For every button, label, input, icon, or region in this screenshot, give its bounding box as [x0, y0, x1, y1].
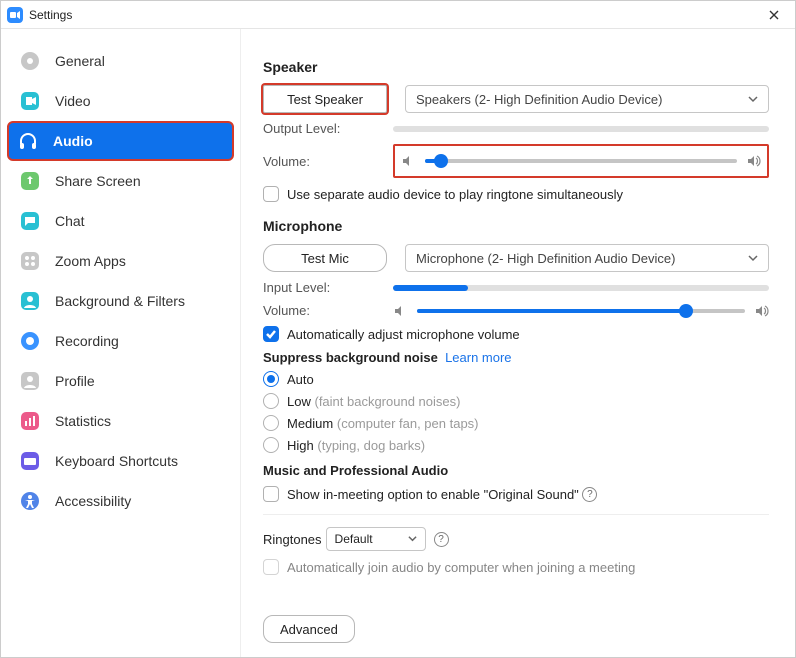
- statistics-icon: [19, 410, 41, 432]
- video-icon: [19, 90, 41, 112]
- auto-adjust-mic-checkbox[interactable]: [263, 326, 279, 342]
- music-pro-audio-heading: Music and Professional Audio: [263, 463, 448, 478]
- auto-join-audio-checkbox[interactable]: [263, 559, 279, 575]
- close-button[interactable]: [759, 1, 789, 29]
- test-mic-button[interactable]: Test Mic: [263, 244, 387, 272]
- speaker-high-icon: [755, 304, 769, 318]
- sidebar-item-label: Accessibility: [55, 493, 131, 509]
- mic-volume-label: Volume:: [263, 303, 393, 318]
- test-speaker-button[interactable]: Test Speaker: [263, 85, 387, 113]
- sidebar-item-label: Chat: [55, 213, 85, 229]
- headphones-icon: [17, 130, 39, 152]
- noise-option-label: Auto: [287, 372, 314, 387]
- auto-adjust-mic-label: Automatically adjust microphone volume: [287, 327, 520, 342]
- input-level-meter: [393, 285, 769, 291]
- accessibility-icon: [19, 490, 41, 512]
- chat-icon: [19, 210, 41, 232]
- chevron-down-icon: [748, 251, 758, 266]
- input-level-label: Input Level:: [263, 280, 393, 295]
- keyboard-icon: [19, 450, 41, 472]
- titlebar: Settings: [1, 1, 795, 29]
- sidebar-item-label: Video: [55, 93, 91, 109]
- sidebar-item-statistics[interactable]: Statistics: [1, 401, 240, 441]
- sidebar-item-label: Keyboard Shortcuts: [55, 453, 178, 469]
- window-title: Settings: [29, 8, 72, 22]
- background-icon: [19, 290, 41, 312]
- sidebar-item-label: Background & Filters: [55, 293, 185, 309]
- apps-icon: [19, 250, 41, 272]
- noise-option-hint: (computer fan, pen taps): [337, 416, 479, 431]
- separate-ringtone-device-checkbox[interactable]: [263, 186, 279, 202]
- sidebar-item-accessibility[interactable]: Accessibility: [1, 481, 240, 521]
- speaker-heading: Speaker: [263, 59, 769, 75]
- sidebar-item-label: Statistics: [55, 413, 111, 429]
- sidebar-item-zoom-apps[interactable]: Zoom Apps: [1, 241, 240, 281]
- output-level-meter: [393, 126, 769, 132]
- speaker-volume-slider-area: [393, 144, 769, 178]
- suppress-noise-learn-more-link[interactable]: Learn more: [445, 350, 511, 365]
- profile-icon: [19, 370, 41, 392]
- sidebar-item-label: Share Screen: [55, 173, 141, 189]
- sidebar-item-share-screen[interactable]: Share Screen: [1, 161, 240, 201]
- speaker-volume-slider[interactable]: [425, 159, 737, 163]
- help-icon[interactable]: ?: [582, 487, 597, 502]
- sidebar-item-label: General: [55, 53, 105, 69]
- recording-icon: [19, 330, 41, 352]
- chevron-down-icon: [408, 532, 417, 546]
- sidebar-item-audio[interactable]: Audio: [7, 121, 234, 161]
- settings-sidebar: General Video Audio Share Screen Chat: [1, 29, 241, 657]
- noise-option-label: Medium: [287, 416, 333, 431]
- speaker-low-icon: [401, 154, 415, 168]
- sidebar-item-general[interactable]: General: [1, 41, 240, 81]
- noise-option-hint: (typing, dog barks): [317, 438, 425, 453]
- advanced-button[interactable]: Advanced: [263, 615, 355, 643]
- speaker-high-icon: [747, 154, 761, 168]
- mic-volume-slider[interactable]: [417, 309, 745, 313]
- noise-radio-low[interactable]: [263, 393, 279, 409]
- mic-device-label: Microphone (2- High Definition Audio Dev…: [416, 251, 675, 266]
- sidebar-item-profile[interactable]: Profile: [1, 361, 240, 401]
- suppress-noise-heading: Suppress background noise: [263, 350, 438, 365]
- help-icon[interactable]: ?: [434, 532, 449, 547]
- audio-settings-panel: Speaker Test Speaker Speakers (2- High D…: [241, 29, 795, 657]
- noise-option-label: High: [287, 438, 314, 453]
- noise-radio-high[interactable]: [263, 437, 279, 453]
- sidebar-item-chat[interactable]: Chat: [1, 201, 240, 241]
- ringtones-label: Ringtones: [263, 532, 322, 547]
- sidebar-item-video[interactable]: Video: [1, 81, 240, 121]
- separator: [263, 514, 769, 515]
- output-level-label: Output Level:: [263, 121, 393, 136]
- ringtones-select[interactable]: Default: [326, 527, 426, 551]
- chevron-down-icon: [748, 92, 758, 107]
- sidebar-item-keyboard-shortcuts[interactable]: Keyboard Shortcuts: [1, 441, 240, 481]
- separate-ringtone-device-label: Use separate audio device to play ringto…: [287, 187, 623, 202]
- sidebar-item-label: Profile: [55, 373, 95, 389]
- speaker-volume-label: Volume:: [263, 154, 393, 169]
- mic-device-select[interactable]: Microphone (2- High Definition Audio Dev…: [405, 244, 769, 272]
- zoom-app-icon: [7, 7, 23, 23]
- noise-radio-medium[interactable]: [263, 415, 279, 431]
- auto-join-audio-label: Automatically join audio by computer whe…: [287, 560, 635, 575]
- noise-option-label: Low: [287, 394, 311, 409]
- speaker-low-icon: [393, 304, 407, 318]
- original-sound-label: Show in-meeting option to enable "Origin…: [287, 487, 579, 502]
- gear-icon: [19, 50, 41, 72]
- share-screen-icon: [19, 170, 41, 192]
- original-sound-checkbox[interactable]: [263, 486, 279, 502]
- sidebar-item-background-filters[interactable]: Background & Filters: [1, 281, 240, 321]
- noise-radio-auto[interactable]: [263, 371, 279, 387]
- sidebar-item-recording[interactable]: Recording: [1, 321, 240, 361]
- microphone-heading: Microphone: [263, 218, 769, 234]
- noise-option-hint: (faint background noises): [314, 394, 460, 409]
- sidebar-item-label: Audio: [53, 133, 93, 149]
- speaker-device-select[interactable]: Speakers (2- High Definition Audio Devic…: [405, 85, 769, 113]
- sidebar-item-label: Recording: [55, 333, 119, 349]
- sidebar-item-label: Zoom Apps: [55, 253, 126, 269]
- speaker-device-label: Speakers (2- High Definition Audio Devic…: [416, 92, 662, 107]
